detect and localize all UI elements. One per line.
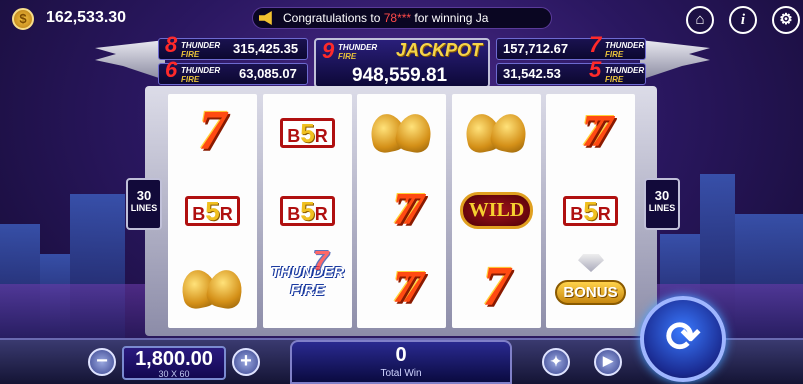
jackpot-number: 7 (589, 32, 602, 57)
jackpot-number: 9 (322, 38, 335, 63)
increase-bet-button[interactable]: + (232, 348, 260, 376)
jackpot-number: 5 (589, 57, 602, 82)
jackpot-6: 6 THUNDER FIRE 63,085.07 (158, 57, 308, 85)
win-label: Total Win (380, 368, 422, 379)
bells-symbol (357, 94, 446, 172)
balance: 162,533.30 (46, 9, 127, 26)
thunder-fire-logo: THUNDER FIRE (181, 41, 221, 59)
jackpot-number: 8 (165, 32, 178, 57)
single-seven-symbol: 7 (198, 100, 227, 162)
b5r-symbol: B5R (263, 94, 352, 172)
grand-jackpot: 9 THUNDER FIRE JACKPOT 948,559.81 (314, 38, 490, 88)
coin-icon: $ (12, 8, 34, 30)
bet-value: 1,800.00 (135, 348, 213, 370)
total-win-panel: 0 Total Win (290, 340, 512, 384)
info-icon[interactable]: i (729, 6, 757, 34)
ticker-prefix: Congratulations to (283, 11, 384, 25)
ticker-name: 78*** (383, 11, 412, 25)
reel-2: B5R B5R 7 THUNDER FIRE (263, 94, 352, 328)
home-icon[interactable]: ⌂ (686, 6, 714, 34)
thunder-fire-logo: THUNDER FIRE (605, 41, 645, 59)
reel-1: 7 B5R (168, 94, 257, 328)
single-seven-symbol: 7 (482, 256, 511, 318)
bells-symbol (168, 250, 257, 328)
spin-button[interactable]: ⟳ (640, 296, 726, 382)
reel-4: WILD 7 (452, 94, 541, 328)
jackpot-value: 315,425.35 (233, 41, 299, 56)
lines-indicator-right: 30 LINES (644, 178, 680, 230)
gear-icon[interactable]: ⚙ (772, 6, 800, 34)
winner-ticker: Congratulations to 78*** for winning Ja (252, 7, 552, 29)
ticker-suffix: for winning Ja (411, 11, 489, 25)
bells-symbol (452, 94, 541, 172)
autoplay-button[interactable]: ▶ (594, 348, 622, 376)
jackpot-value: 31,542.53 (503, 66, 561, 81)
thunder-fire-logo: THUNDER FIRE (338, 43, 378, 61)
jackpot-title: JACKPOT (396, 40, 483, 60)
bet-multiplier: 30 X 60 (158, 369, 190, 379)
double-seven-symbol: 77 (392, 183, 425, 234)
b5r-symbol: B5R (546, 172, 635, 250)
double-seven-symbol: 77 (581, 105, 614, 156)
jackpot-value: 948,559.81 (352, 65, 448, 86)
decrease-bet-button[interactable]: − (88, 348, 116, 376)
jackpot-value: 63,085.07 (239, 66, 297, 81)
jackpot-value: 157,712.67 (503, 41, 569, 56)
jackpot-5: 31,542.53 5 THUNDER FIRE (496, 57, 646, 85)
turbo-button[interactable]: ✦ (542, 348, 570, 376)
reel-3: 77 77 (357, 94, 446, 328)
double-seven-symbol: 77 (392, 261, 425, 312)
jackpot-7: 157,712.67 7 THUNDER FIRE (496, 32, 646, 60)
jackpot-number: 6 (165, 57, 178, 82)
wild-symbol: WILD (452, 172, 541, 250)
bonus-symbol: BONUS (546, 250, 635, 328)
bet-display: 1,800.00 30 X 60 (122, 346, 226, 380)
diamond-icon (578, 254, 604, 272)
thunder-fire-logo: THUNDER FIRE (181, 66, 221, 84)
speaker-icon (259, 11, 272, 25)
jackpot-8: 8 THUNDER FIRE 315,425.35 (158, 32, 308, 60)
b5r-symbol: B5R (168, 172, 257, 250)
thunder-fire-symbol: 7 THUNDER FIRE (270, 245, 345, 300)
reel-5: 77 B5R BONUS (546, 94, 635, 328)
lines-indicator-left: 30 LINES (126, 178, 162, 230)
win-value: 0 (395, 344, 407, 366)
refresh-icon: ⟳ (665, 313, 701, 360)
thunder-fire-logo: THUNDER FIRE (605, 66, 645, 84)
b5r-symbol: B5R (263, 172, 352, 250)
